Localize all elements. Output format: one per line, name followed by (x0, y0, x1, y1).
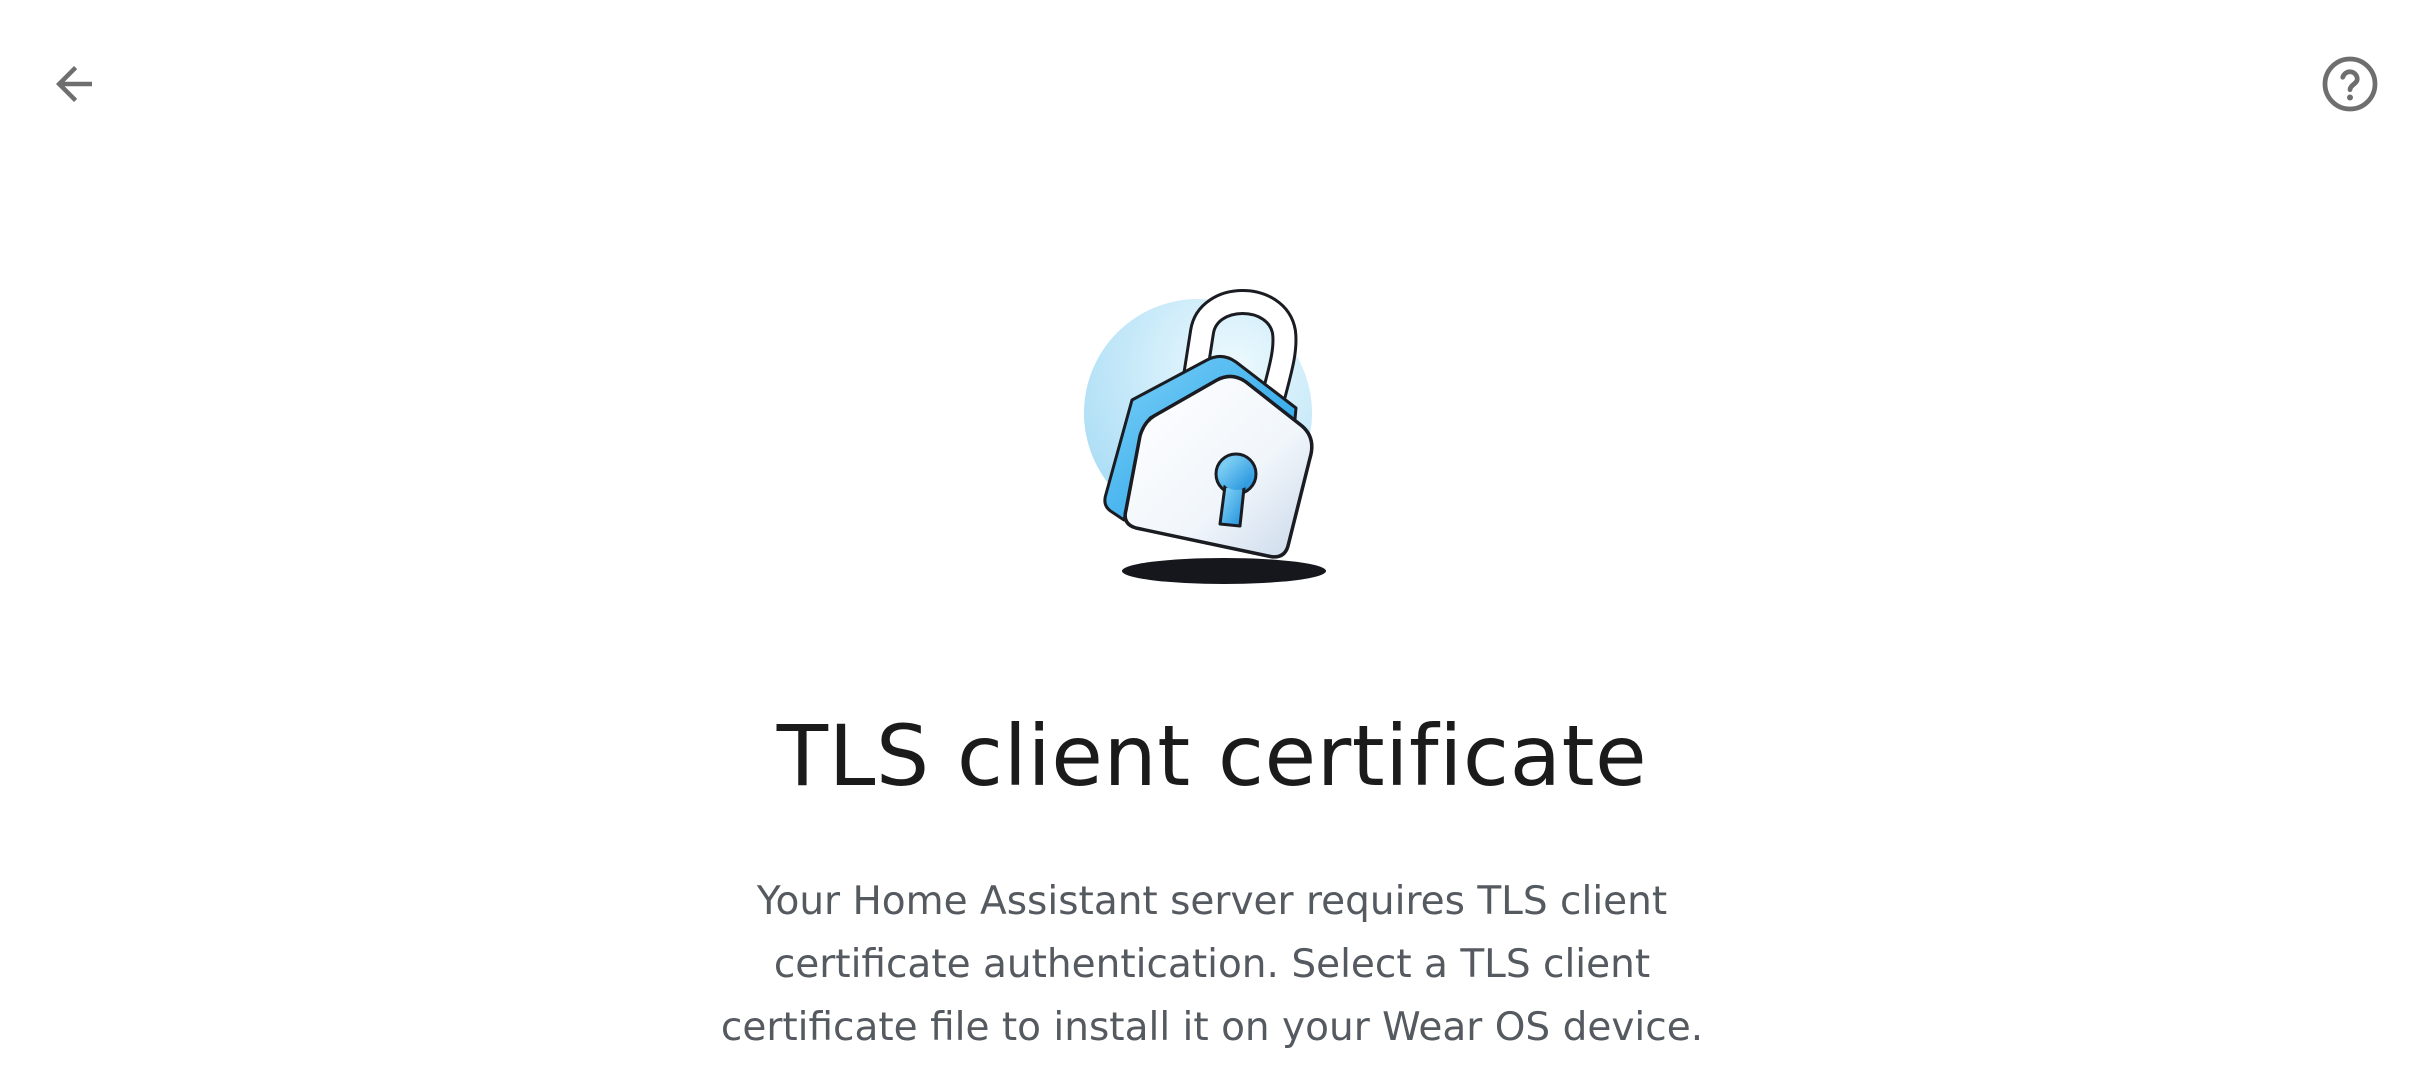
top-app-bar (0, 0, 2424, 170)
tls-certificate-screen: TLS client certificate Your Home Assista… (0, 0, 2424, 1080)
page-title: TLS client certificate (776, 707, 1648, 805)
arrow-left-icon (56, 66, 92, 102)
back-button[interactable] (14, 24, 134, 144)
help-button[interactable] (2290, 24, 2410, 144)
help-circle-icon (2322, 56, 2378, 112)
page-description: Your Home Assistant server requires TLS … (720, 879, 1704, 1050)
padlock-illustration (1084, 289, 1326, 584)
